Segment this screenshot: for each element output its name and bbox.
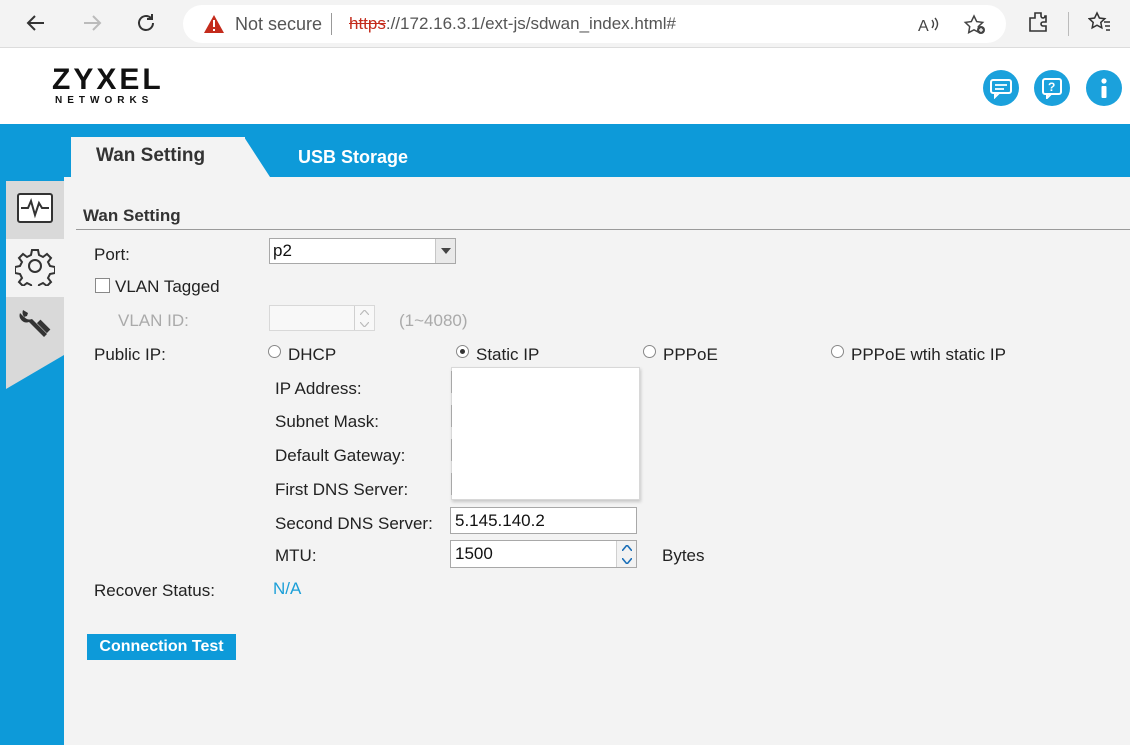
radio-static-ip[interactable] bbox=[456, 345, 469, 358]
section-divider bbox=[76, 229, 1130, 230]
tab-usb-storage[interactable]: USB Storage bbox=[298, 147, 408, 168]
read-aloud-icon[interactable]: A bbox=[917, 14, 941, 41]
monitor-icon bbox=[15, 191, 55, 230]
address-bar[interactable]: Not secure https://172.16.3.1/ext-js/sdw… bbox=[183, 5, 1006, 43]
field-edge bbox=[451, 405, 452, 427]
spin-up-icon[interactable] bbox=[617, 541, 636, 554]
vlan-id-input[interactable] bbox=[269, 305, 375, 331]
sidebar-item-settings[interactable] bbox=[6, 239, 64, 297]
sidebar-item-monitor[interactable] bbox=[6, 181, 64, 239]
svg-text:?: ? bbox=[1048, 80, 1055, 94]
default-gateway-label: Default Gateway: bbox=[275, 446, 406, 465]
refresh-icon[interactable] bbox=[131, 8, 161, 38]
public-ip-label: Public IP: bbox=[94, 345, 166, 364]
zyxel-logo: ZYXEL NETWORKS bbox=[52, 63, 164, 107]
back-arrow-icon[interactable] bbox=[21, 8, 51, 38]
field-edge bbox=[451, 371, 452, 393]
port-select[interactable]: p2 bbox=[269, 238, 456, 264]
url-scheme: https bbox=[349, 14, 386, 33]
ip-fields-popup[interactable] bbox=[451, 367, 640, 500]
mtu-unit: Bytes bbox=[662, 546, 705, 565]
radio-dhcp-label[interactable]: DHCP bbox=[288, 345, 336, 365]
field-edge bbox=[451, 439, 452, 461]
forward-arrow-icon[interactable] bbox=[77, 8, 107, 38]
subnet-mask-label: Subnet Mask: bbox=[275, 412, 379, 431]
mtu-input[interactable]: 1500 bbox=[450, 540, 637, 568]
vlan-tagged-checkbox[interactable] bbox=[95, 278, 110, 293]
warning-icon bbox=[203, 14, 225, 39]
chat-icon[interactable] bbox=[983, 70, 1019, 106]
tab-wan-setting[interactable]: Wan Setting bbox=[71, 137, 245, 177]
sidebar bbox=[0, 177, 64, 745]
radio-pppoe-label[interactable]: PPPoE bbox=[663, 345, 718, 365]
port-value: p2 bbox=[273, 241, 292, 260]
url-text[interactable]: https://172.16.3.1/ext-js/sdwan_index.ht… bbox=[349, 14, 676, 34]
first-dns-label: First DNS Server: bbox=[275, 480, 409, 499]
browser-toolbar: Not secure https://172.16.3.1/ext-js/sdw… bbox=[0, 0, 1130, 48]
url-path: ://172.16.3.1/ext-js/sdwan_index.html# bbox=[385, 14, 676, 33]
port-label: Port: bbox=[94, 245, 130, 264]
spin-up-icon[interactable] bbox=[355, 306, 374, 318]
mtu-label: MTU: bbox=[275, 546, 317, 565]
ip-address-label: IP Address: bbox=[275, 379, 362, 398]
radio-pppoe-static[interactable] bbox=[831, 345, 844, 358]
mtu-value: 1500 bbox=[455, 544, 493, 563]
spin-down-icon[interactable] bbox=[355, 318, 374, 330]
address-divider bbox=[331, 13, 332, 35]
sidebar-item-edge bbox=[6, 355, 64, 389]
connection-test-button[interactable]: Connection Test bbox=[87, 634, 236, 660]
radio-pppoe-static-label[interactable]: PPPoE wtih static IP bbox=[851, 345, 1006, 365]
second-dns-label: Second DNS Server: bbox=[275, 514, 433, 533]
vlan-id-spinner[interactable] bbox=[354, 306, 374, 330]
logo-main: ZYXEL bbox=[52, 63, 164, 96]
recover-status-value: N/A bbox=[273, 579, 302, 598]
vlan-id-label: VLAN ID: bbox=[118, 311, 189, 330]
toolbar-divider bbox=[1068, 12, 1069, 36]
svg-text:A: A bbox=[918, 18, 929, 35]
second-dns-input[interactable]: 5.145.140.2 bbox=[450, 507, 637, 534]
favorites-icon[interactable] bbox=[1087, 10, 1112, 39]
help-icon[interactable]: ? bbox=[1034, 70, 1070, 106]
spin-down-icon[interactable] bbox=[617, 554, 636, 567]
logo-sub: NETWORKS bbox=[55, 95, 154, 106]
vlan-range-hint: (1~4080) bbox=[399, 311, 468, 330]
mtu-spinner[interactable] bbox=[616, 541, 636, 567]
tab-wan-setting-edge bbox=[244, 137, 270, 177]
section-title: Wan Setting bbox=[83, 206, 181, 225]
recover-status-label: Recover Status: bbox=[94, 581, 215, 600]
radio-pppoe[interactable] bbox=[643, 345, 656, 358]
security-label[interactable]: Not secure bbox=[235, 14, 322, 35]
info-icon[interactable] bbox=[1086, 70, 1122, 106]
settings-gear-icon bbox=[14, 246, 56, 291]
sidebar-item-maintenance[interactable] bbox=[6, 297, 64, 355]
field-edge bbox=[451, 473, 452, 495]
radio-static-ip-label[interactable]: Static IP bbox=[476, 345, 539, 365]
maintenance-tools-icon bbox=[15, 304, 55, 349]
favorite-add-icon[interactable] bbox=[963, 14, 987, 41]
radio-dhcp[interactable] bbox=[268, 345, 281, 358]
vlan-tagged-label: VLAN Tagged bbox=[115, 277, 220, 296]
extensions-icon[interactable] bbox=[1026, 10, 1050, 39]
app-header: ZYXEL NETWORKS ? bbox=[0, 48, 1130, 124]
chevron-down-icon[interactable] bbox=[435, 239, 455, 263]
